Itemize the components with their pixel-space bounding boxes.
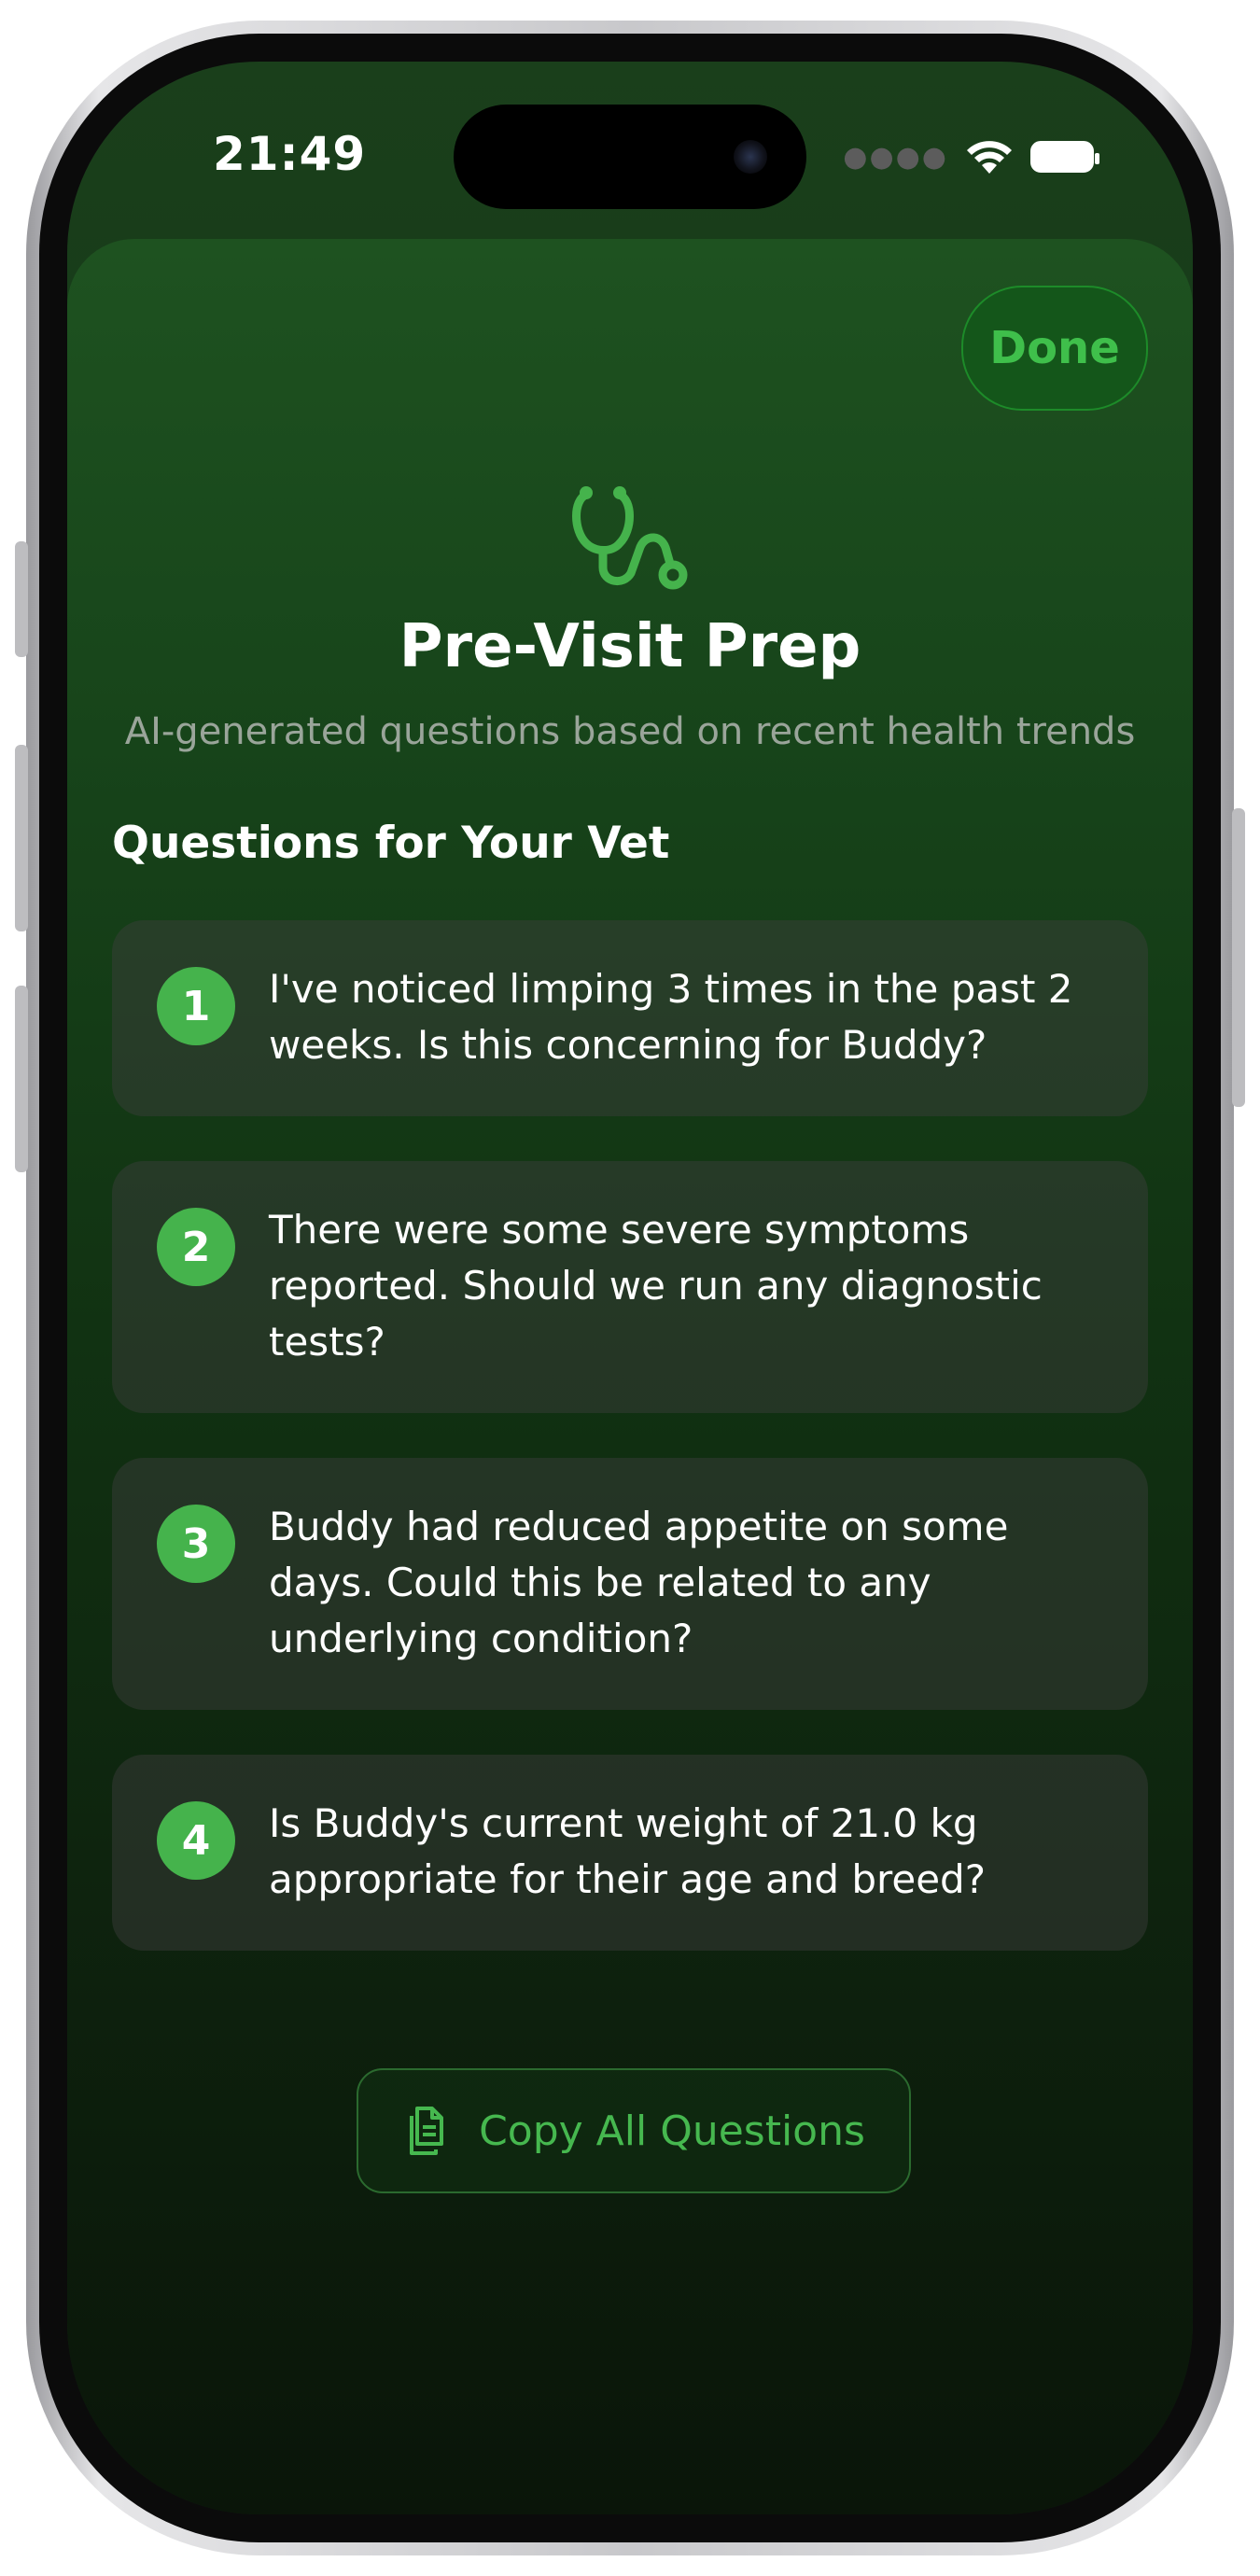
question-number-badge: 2 xyxy=(157,1208,235,1286)
wifi-icon xyxy=(967,141,1012,174)
stethoscope-icon xyxy=(572,486,688,590)
volume-up-button xyxy=(15,745,28,931)
question-text: I've noticed limping 3 times in the past… xyxy=(269,966,1073,1068)
dynamic-island xyxy=(454,105,806,209)
question-text: There were some severe symptoms reported… xyxy=(269,1207,1043,1365)
question-text: Buddy had reduced appetite on some days.… xyxy=(269,1504,1009,1661)
question-number-badge: 3 xyxy=(157,1505,235,1583)
screen: 21:49 ●●●● Done Pre-Visit Prep AI-genera… xyxy=(67,62,1193,2514)
copy-icon xyxy=(410,2107,444,2155)
question-number-badge: 4 xyxy=(157,1801,235,1880)
signal-icon: ●●●● xyxy=(843,140,948,174)
status-time: 21:49 xyxy=(213,127,367,181)
section-heading: Questions for Your Vet xyxy=(112,818,670,869)
question-card: 3 Buddy had reduced appetite on some day… xyxy=(112,1458,1148,1710)
question-card: 2 There were some severe symptoms report… xyxy=(112,1161,1148,1413)
done-button[interactable]: Done xyxy=(961,286,1148,411)
question-card: 1 I've noticed limping 3 times in the pa… xyxy=(112,920,1148,1116)
status-icons: ●●●● xyxy=(843,138,1099,175)
copy-all-button[interactable]: Copy All Questions xyxy=(357,2068,911,2193)
question-text: Is Buddy's current weight of 21.0 kg app… xyxy=(269,1800,986,1902)
power-button xyxy=(1232,808,1245,1107)
page-title: Pre-Visit Prep xyxy=(399,612,861,681)
camera-icon xyxy=(734,140,767,174)
page-subtitle: AI-generated questions based on recent h… xyxy=(124,710,1136,753)
battery-icon xyxy=(1030,141,1099,173)
question-number-badge: 1 xyxy=(157,967,235,1045)
question-card: 4 Is Buddy's current weight of 21.0 kg a… xyxy=(112,1755,1148,1951)
volume-down-button xyxy=(15,986,28,1172)
action-button xyxy=(15,541,28,657)
copy-all-label: Copy All Questions xyxy=(479,2107,865,2155)
pre-visit-sheet: Done Pre-Visit Prep AI-generated questio… xyxy=(67,239,1193,2514)
